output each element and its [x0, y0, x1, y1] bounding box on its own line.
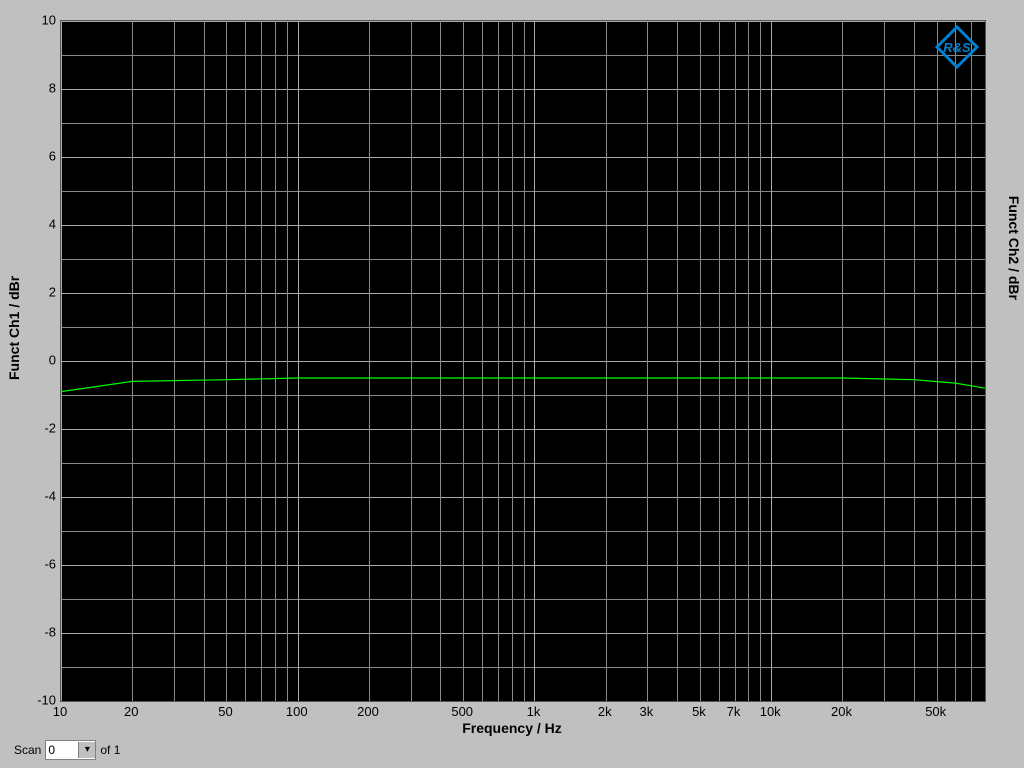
- gridline-v: [700, 21, 701, 701]
- x-tick: 50: [218, 704, 232, 719]
- gridline-v: [606, 21, 607, 701]
- gridline-v: [914, 21, 915, 701]
- x-tick: 200: [357, 704, 379, 719]
- gridline-v: [369, 21, 370, 701]
- gridline-h: [61, 701, 985, 702]
- gridline-v: [204, 21, 205, 701]
- x-tick: 20k: [831, 704, 852, 719]
- gridline-v: [440, 21, 441, 701]
- gridline-v: [512, 21, 513, 701]
- gridline-v: [524, 21, 525, 701]
- y-tick: 6: [20, 149, 56, 164]
- x-tick: 3k: [640, 704, 654, 719]
- y-tick: -10: [20, 693, 56, 708]
- gridline-v: [174, 21, 175, 701]
- gridline-v: [842, 21, 843, 701]
- gridline-v: [245, 21, 246, 701]
- y-tick: 4: [20, 217, 56, 232]
- gridline-v: [287, 21, 288, 701]
- x-tick: 1k: [527, 704, 541, 719]
- y-tick: 8: [20, 81, 56, 96]
- gridline-v: [647, 21, 648, 701]
- x-tick: 10k: [760, 704, 781, 719]
- gridline-v: [719, 21, 720, 701]
- scan-combo[interactable]: ▾: [45, 740, 96, 760]
- y-tick: 0: [20, 353, 56, 368]
- x-tick: 20: [124, 704, 138, 719]
- gridline-v: [411, 21, 412, 701]
- gridline-v: [955, 21, 956, 701]
- x-tick: 2k: [598, 704, 612, 719]
- gridline-v: [677, 21, 678, 701]
- y-tick: -4: [20, 489, 56, 504]
- gridline-v: [482, 21, 483, 701]
- gridline-v: [735, 21, 736, 701]
- x-tick: 7k: [727, 704, 741, 719]
- scan-control: Scan ▾ of 1: [14, 740, 120, 760]
- gridline-v: [534, 21, 535, 701]
- x-tick: 5k: [692, 704, 706, 719]
- scan-input[interactable]: [46, 742, 78, 758]
- y-axis-label-right: Funct Ch2 / dBr: [1006, 196, 1022, 300]
- gridline-v: [498, 21, 499, 701]
- gridline-v: [463, 21, 464, 701]
- x-tick: 10: [53, 704, 67, 719]
- gridline-v: [298, 21, 299, 701]
- y-tick: -6: [20, 557, 56, 572]
- x-axis-label: Frequency / Hz: [0, 720, 1024, 736]
- gridline-v: [275, 21, 276, 701]
- y-tick: 2: [20, 285, 56, 300]
- frequency-response-chart: Funct Ch1 / dBr Funct Ch2 / dBr Frequenc…: [0, 0, 1024, 768]
- gridline-v: [61, 21, 62, 701]
- gridline-v: [771, 21, 772, 701]
- x-tick: 500: [451, 704, 473, 719]
- gridline-v: [226, 21, 227, 701]
- gridline-v: [884, 21, 885, 701]
- chevron-down-icon[interactable]: ▾: [78, 742, 95, 758]
- gridline-v: [748, 21, 749, 701]
- rohde-schwarz-logo-icon: R&S: [935, 25, 979, 69]
- gridline-v: [760, 21, 761, 701]
- scan-label: Scan: [14, 743, 41, 757]
- gridline-v: [132, 21, 133, 701]
- plot-area: R&S: [60, 20, 986, 702]
- x-tick: 100: [286, 704, 308, 719]
- gridline-v: [985, 21, 986, 701]
- scan-of-label: of 1: [100, 743, 120, 757]
- svg-text:R&S: R&S: [943, 40, 971, 55]
- y-tick: -8: [20, 625, 56, 640]
- gridline-v: [261, 21, 262, 701]
- x-tick: 50k: [925, 704, 946, 719]
- gridline-v: [971, 21, 972, 701]
- y-tick: -2: [20, 421, 56, 436]
- y-tick: 10: [20, 13, 56, 28]
- gridline-v: [937, 21, 938, 701]
